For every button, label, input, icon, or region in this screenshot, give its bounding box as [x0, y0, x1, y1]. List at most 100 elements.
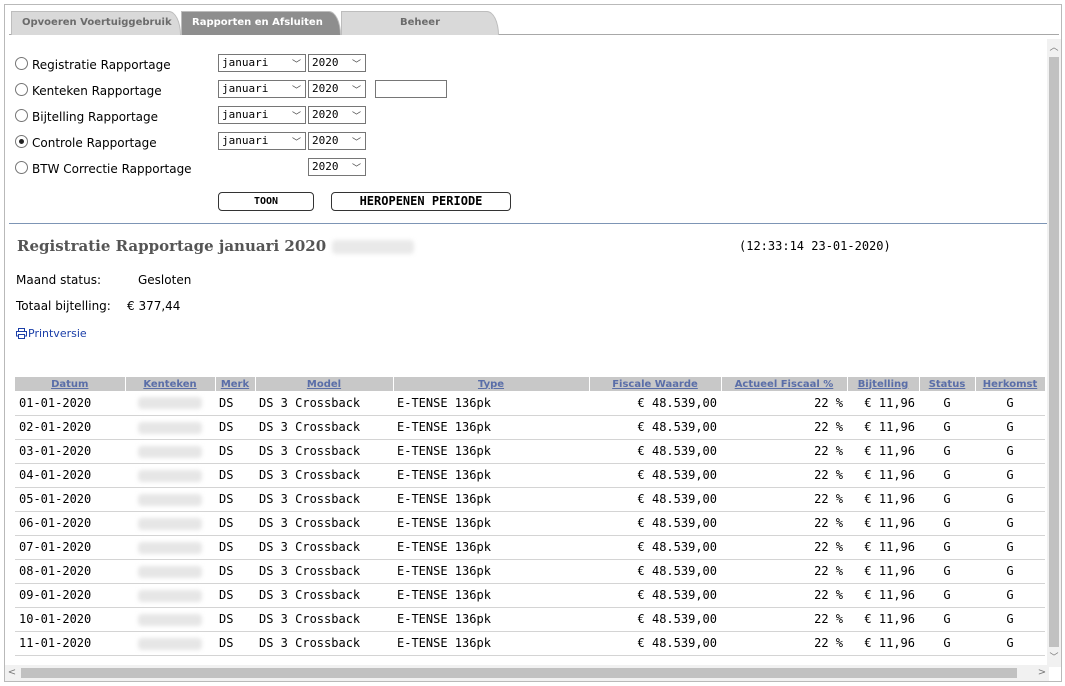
redacted-name — [332, 240, 415, 254]
chevron-down-icon: ﹀ — [351, 164, 361, 174]
table-cell — [125, 487, 215, 512]
col-datum[interactable]: Datum — [15, 377, 126, 391]
table-cell: E-TENSE 136pk — [393, 487, 589, 512]
table-cell: DS — [215, 487, 255, 512]
vertical-scrollbar[interactable]: ︿ ﹀ — [1047, 39, 1061, 667]
year-select[interactable]: 2020 ﹀ — [308, 54, 366, 72]
radio-kenteken[interactable] — [15, 83, 28, 96]
month-select[interactable]: januari ﹀ — [218, 132, 306, 150]
tab-beheer[interactable]: Beheer — [341, 11, 499, 35]
col-type[interactable]: Type — [393, 377, 590, 391]
table-row: 03-01-2020 DS DS 3 Crossback E-TENSE 136pk €… — [15, 439, 1045, 464]
col-herkomst[interactable]: Herkomst — [975, 377, 1046, 391]
report-timestamp: (12:33:14 23-01-2020) — [739, 239, 891, 253]
table-cell: DS 3 Crossback — [255, 607, 393, 632]
table-cell — [125, 583, 215, 608]
col-fiscale-waarde[interactable]: Fiscale Waarde — [589, 377, 722, 391]
table-cell: 03-01-2020 — [15, 439, 125, 464]
redacted-kenteken — [138, 517, 202, 530]
table-cell: DS — [215, 583, 255, 608]
report-table: Datum Kenteken Merk Model Type Fiscale W… — [15, 377, 1046, 656]
table-cell: 22 % — [721, 439, 847, 464]
report-selection-form: Registratie Rapportage januari ﹀ 2020 ﹀ Ke… — [15, 45, 535, 225]
table-cell: E-TENSE 136pk — [393, 559, 589, 584]
table-cell: € 11,96 — [847, 415, 919, 440]
radio-bijtelling[interactable] — [15, 109, 28, 122]
heropenen-periode-button[interactable]: HEROPENEN PERIODE — [331, 192, 511, 211]
col-model[interactable]: Model — [255, 377, 394, 391]
radio-controle[interactable] — [15, 135, 28, 148]
table-cell: G — [975, 535, 1045, 560]
table-cell: G — [975, 391, 1045, 416]
table-cell: DS — [215, 607, 255, 632]
table-cell: 08-01-2020 — [15, 559, 125, 584]
report-option-registratie: Registratie Rapportage januari ﹀ 2020 ﹀ — [15, 53, 535, 73]
app-window: Opvoeren Voertuiggebruik Rapporten en Af… — [4, 4, 1062, 682]
table-cell: G — [919, 559, 975, 584]
toon-button[interactable]: TOON — [218, 192, 314, 211]
chevron-down-icon: ﹀ — [291, 112, 301, 122]
table-row: 02-01-2020 DS DS 3 Crossback E-TENSE 136pk €… — [15, 415, 1045, 440]
month-select[interactable]: januari ﹀ — [218, 80, 306, 98]
table-cell: G — [975, 583, 1045, 608]
report-option-controle: Controle Rapportage januari ﹀ 2020 ﹀ — [15, 131, 535, 151]
table-cell: G — [975, 439, 1045, 464]
col-kenteken[interactable]: Kenteken — [125, 377, 216, 391]
table-cell: DS 3 Crossback — [255, 439, 393, 464]
table-cell: 22 % — [721, 631, 847, 656]
radio-label: Registratie Rapportage — [32, 58, 171, 72]
table-cell: DS — [215, 559, 255, 584]
scroll-up-icon[interactable]: ︿ — [1047, 41, 1061, 55]
table-cell: G — [975, 463, 1045, 488]
year-select[interactable]: 2020 ﹀ — [308, 106, 366, 124]
table-cell: DS 3 Crossback — [255, 535, 393, 560]
col-bijtelling[interactable]: Bijtelling — [847, 377, 920, 391]
chevron-down-icon: ﹀ — [351, 86, 361, 96]
table-cell: G — [919, 535, 975, 560]
horizontal-scrollbar[interactable]: < > — [5, 665, 1049, 681]
table-row: 09-01-2020 DS DS 3 Crossback E-TENSE 136pk €… — [15, 583, 1045, 608]
table-cell: DS — [215, 535, 255, 560]
table-cell: DS 3 Crossback — [255, 559, 393, 584]
radio-label: Bijtelling Rapportage — [32, 110, 159, 124]
table-cell: € 48.539,00 — [589, 583, 721, 608]
radio-registratie[interactable] — [15, 57, 28, 70]
scroll-down-icon[interactable]: ﹀ — [1047, 651, 1061, 665]
col-merk[interactable]: Merk — [215, 377, 256, 391]
scroll-thumb[interactable] — [1049, 57, 1059, 647]
year-select[interactable]: 2020 ﹀ — [308, 80, 366, 98]
table-row: 05-01-2020 DS DS 3 Crossback E-TENSE 136pk €… — [15, 487, 1045, 512]
table-cell: DS 3 Crossback — [255, 487, 393, 512]
status-label: Maand status: — [16, 273, 102, 287]
radio-label: Kenteken Rapportage — [32, 84, 162, 98]
printversie-link[interactable]: Printversie — [16, 327, 87, 340]
tab-bar: Opvoeren Voertuiggebruik Rapporten en Af… — [9, 9, 1059, 35]
radio-btw-correctie[interactable] — [15, 161, 28, 174]
month-select[interactable]: januari ﹀ — [218, 106, 306, 124]
col-actueel-fiscaal[interactable]: Actueel Fiscaal % — [721, 377, 848, 391]
table-cell: G — [919, 415, 975, 440]
table-cell: DS — [215, 631, 255, 656]
month-select[interactable]: januari ﹀ — [218, 54, 306, 72]
table-cell: € 11,96 — [847, 463, 919, 488]
year-select[interactable]: 2020 ﹀ — [308, 158, 366, 176]
table-row: 01-01-2020 DS DS 3 Crossback E-TENSE 136pk €… — [15, 391, 1045, 416]
year-select[interactable]: 2020 ﹀ — [308, 132, 366, 150]
col-status[interactable]: Status — [919, 377, 976, 391]
kenteken-input[interactable] — [375, 80, 447, 98]
table-cell: G — [919, 631, 975, 656]
scroll-left-icon[interactable]: < — [5, 665, 19, 681]
table-cell: E-TENSE 136pk — [393, 463, 589, 488]
table-cell: € 11,96 — [847, 511, 919, 536]
table-cell: 07-01-2020 — [15, 535, 125, 560]
report-option-btw-correctie: BTW Correctie Rapportage 2020 ﹀ — [15, 157, 535, 177]
tab-opvoeren-voertuiggebruik[interactable]: Opvoeren Voertuiggebruik — [11, 11, 181, 35]
redacted-kenteken — [138, 541, 202, 554]
table-cell: E-TENSE 136pk — [393, 583, 589, 608]
table-cell: 22 % — [721, 391, 847, 416]
scroll-right-icon[interactable]: > — [1035, 665, 1049, 681]
redacted-kenteken — [138, 397, 202, 410]
scroll-thumb[interactable] — [21, 668, 1017, 678]
table-cell — [125, 535, 215, 560]
tab-rapporten-en-afsluiten[interactable]: Rapporten en Afsluiten — [181, 11, 341, 35]
